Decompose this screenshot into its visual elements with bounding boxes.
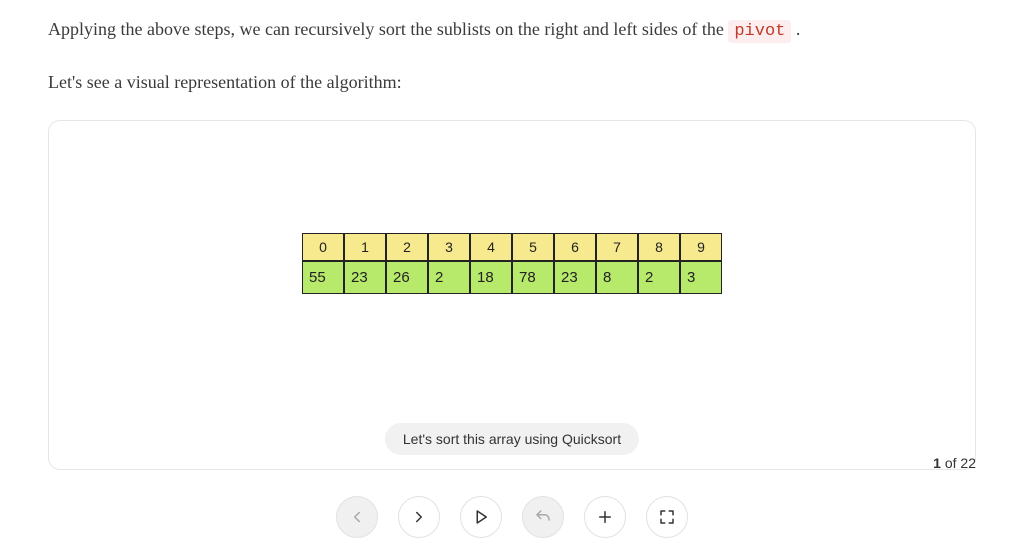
value-cell: 23 [344,261,386,294]
intro-paragraph-1: Applying the above steps, we can recursi… [48,16,976,45]
value-cell: 18 [470,261,512,294]
previous-button[interactable] [336,496,378,538]
index-cell: 8 [638,233,680,261]
intro-text-suffix: . [791,19,800,39]
value-cell: 2 [428,261,470,294]
value-cell: 55 [302,261,344,294]
index-cell: 9 [680,233,722,261]
value-cell: 26 [386,261,428,294]
value-row: 55 23 26 2 18 78 23 8 2 3 [302,261,722,294]
page-of: of [941,455,960,471]
zoom-button[interactable] [584,496,626,538]
index-cell: 5 [512,233,554,261]
caption-pill: Let's sort this array using Quicksort [385,423,639,455]
undo-icon [534,508,552,526]
index-cell: 0 [302,233,344,261]
plus-icon [596,508,614,526]
value-cell: 3 [680,261,722,294]
play-button[interactable] [460,496,502,538]
chevron-left-icon [348,508,366,526]
array-table: 0 1 2 3 4 5 6 7 8 9 55 23 26 2 18 78 23 … [302,233,722,294]
fullscreen-button[interactable] [646,496,688,538]
pivot-code: pivot [728,20,791,43]
intro-paragraph-2: Let's see a visual representation of the… [48,69,976,96]
index-cell: 6 [554,233,596,261]
controls-bar [336,496,688,538]
value-cell: 8 [596,261,638,294]
value-cell: 23 [554,261,596,294]
chevron-right-icon [410,508,428,526]
index-cell: 4 [470,233,512,261]
index-cell: 3 [428,233,470,261]
index-cell: 2 [386,233,428,261]
index-row: 0 1 2 3 4 5 6 7 8 9 [302,233,722,261]
page-current: 1 [933,455,941,471]
value-cell: 2 [638,261,680,294]
visualization-card: 0 1 2 3 4 5 6 7 8 9 55 23 26 2 18 78 23 … [48,120,976,470]
next-button[interactable] [398,496,440,538]
restart-button[interactable] [522,496,564,538]
fullscreen-icon [658,508,676,526]
intro-text-prefix: Applying the above steps, we can recursi… [48,19,728,39]
index-cell: 7 [596,233,638,261]
page-total: 22 [960,455,976,471]
play-icon [472,508,490,526]
value-cell: 78 [512,261,554,294]
page-indicator: 1 of 22 [933,455,976,471]
index-cell: 1 [344,233,386,261]
